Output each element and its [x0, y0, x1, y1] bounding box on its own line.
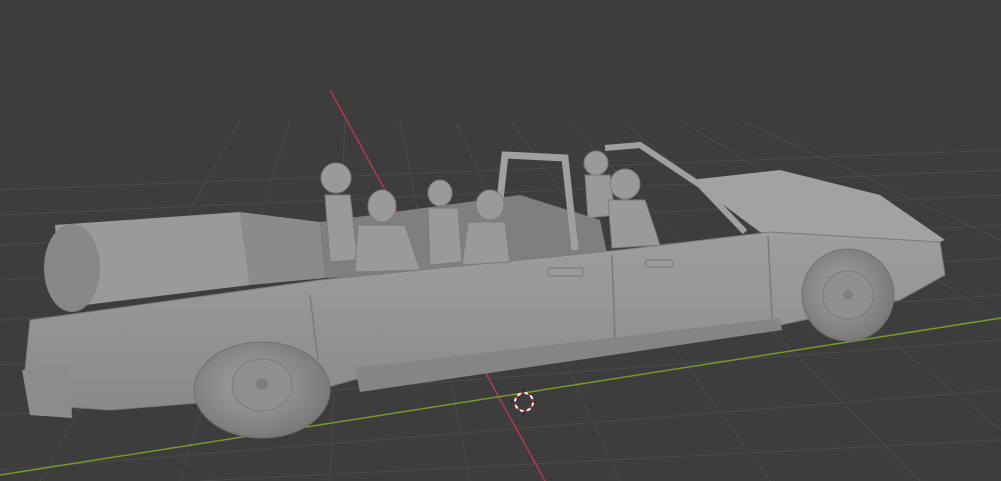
door-handle — [547, 267, 585, 277]
figure-head — [609, 168, 641, 200]
3d-viewport[interactable] — [0, 0, 1001, 481]
figure-head — [427, 179, 453, 207]
spare-tire — [44, 224, 100, 312]
rear-seat — [240, 212, 325, 285]
front-wheel — [801, 248, 895, 342]
figure-head — [475, 189, 505, 221]
figure-head — [583, 150, 609, 176]
figure-head — [320, 162, 352, 194]
viewport-canvas[interactable] — [0, 0, 1001, 481]
car-model[interactable] — [22, 141, 946, 439]
rear-bumper — [22, 365, 72, 418]
door-handle — [644, 259, 674, 268]
rear-wheel — [193, 341, 331, 439]
figure-head — [367, 189, 397, 223]
3d-cursor-icon[interactable] — [510, 388, 538, 416]
